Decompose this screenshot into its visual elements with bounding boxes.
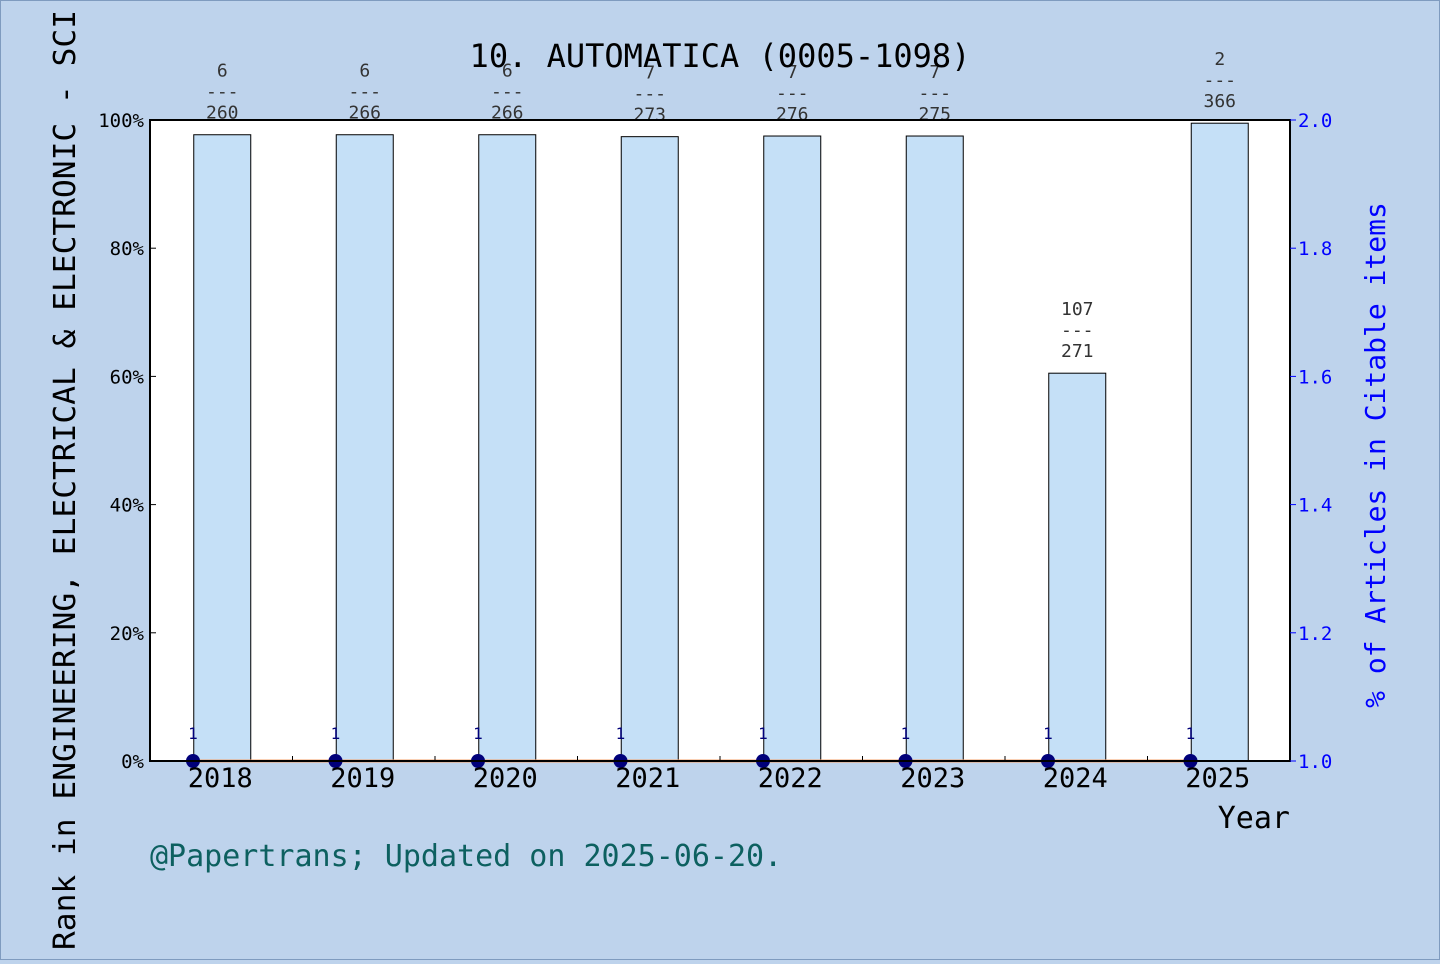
point-label-2024: 1 — [1043, 724, 1053, 743]
point-label-2025: 1 — [1186, 724, 1196, 743]
y-tick-label: 60% — [110, 366, 145, 388]
rank-total-2025: 366 — [1203, 91, 1236, 112]
x-tick-label-2022: 2022 — [758, 763, 823, 794]
y2-tick-label: 1.0 — [1298, 751, 1332, 773]
x-tick-label-2025: 2025 — [1185, 763, 1250, 794]
bar-2021 — [620, 136, 679, 762]
rank-separator-2023: --- — [918, 83, 951, 104]
y2-tick-label: 1.2 — [1298, 623, 1332, 645]
chart-svg: 6---2606---2666---2667---2737---2767---2… — [0, 0, 1440, 960]
rank-separator-2024: --- — [1061, 320, 1094, 341]
footer-note: @Papertrans; Updated on 2025-06-20. — [150, 839, 782, 874]
rank-separator-2018: --- — [206, 82, 239, 103]
bar-2018 — [193, 134, 252, 762]
y2-tick-label: 2.0 — [1298, 110, 1332, 132]
right-axis-ticks: 1.0 1.2 1.4 1.6 1.8 2.0 — [1290, 110, 1332, 773]
bar-2019 — [335, 134, 394, 762]
rank-total-2021: 273 — [633, 105, 666, 126]
left-axis-ticks: 0% 20% 40% 60% 80% 100% — [98, 110, 156, 773]
y-tick-label: 0% — [121, 751, 144, 773]
x-tick-label-2018: 2018 — [188, 763, 253, 794]
point-label-2023: 1 — [901, 724, 911, 743]
bar-2022 — [763, 135, 822, 762]
x-tick-label-2020: 2020 — [473, 763, 538, 794]
bar-2025 — [1190, 122, 1249, 762]
chart-title: 10. AUTOMATICA (0005-1098) — [470, 37, 971, 75]
bar-2020 — [478, 134, 537, 762]
rank-number-2019: 6 — [359, 61, 370, 82]
plot-area — [150, 120, 1290, 761]
x-tick-label-2024: 2024 — [1043, 763, 1108, 794]
rank-number-2024: 107 — [1061, 299, 1094, 320]
point-label-2019: 1 — [331, 724, 341, 743]
y-tick-label: 100% — [98, 110, 144, 132]
point-label-2021: 1 — [616, 724, 626, 743]
rank-separator-2021: --- — [633, 84, 666, 105]
y2-tick-label: 1.4 — [1298, 495, 1332, 517]
point-label-2018: 1 — [188, 724, 198, 743]
y-tick-label: 80% — [110, 238, 145, 260]
x-axis-label: Year — [1218, 801, 1290, 836]
point-label-2020: 1 — [473, 724, 483, 743]
y2-tick-label: 1.8 — [1298, 238, 1332, 260]
y2-axis-label: % of Articles in Citable items — [1359, 202, 1392, 708]
chart-figure: 6 --- 260 6 --- 266 6 --- 266 7 --- 273 7 --- 276 7 --- 2… — [0, 0, 1440, 960]
y-tick-label: 40% — [110, 495, 145, 517]
rank-number-2025: 2 — [1214, 49, 1225, 70]
point-label-2022: 1 — [758, 724, 768, 743]
y2-tick-label: 1.6 — [1298, 366, 1332, 388]
rank-total-2022: 276 — [776, 104, 809, 125]
x-tick-label-2019: 2019 — [330, 763, 395, 794]
bar-2024 — [1048, 372, 1107, 762]
bar-2023 — [905, 135, 964, 762]
x-tick-label-2023: 2023 — [900, 763, 965, 794]
y-axis-label: Rank in ENGINEERING, ELECTRICAL & ELECTR… — [48, 10, 83, 950]
x-tick-label-2021: 2021 — [615, 763, 680, 794]
rank-number-2018: 6 — [217, 61, 228, 82]
rank-total-2024: 271 — [1061, 341, 1094, 362]
rank-separator-2020: --- — [491, 82, 524, 103]
rank-separator-2025: --- — [1203, 70, 1236, 91]
y-tick-label: 20% — [110, 623, 145, 645]
rank-separator-2019: --- — [348, 82, 381, 103]
rank-separator-2022: --- — [776, 83, 809, 104]
rank-total-2023: 275 — [918, 104, 951, 125]
